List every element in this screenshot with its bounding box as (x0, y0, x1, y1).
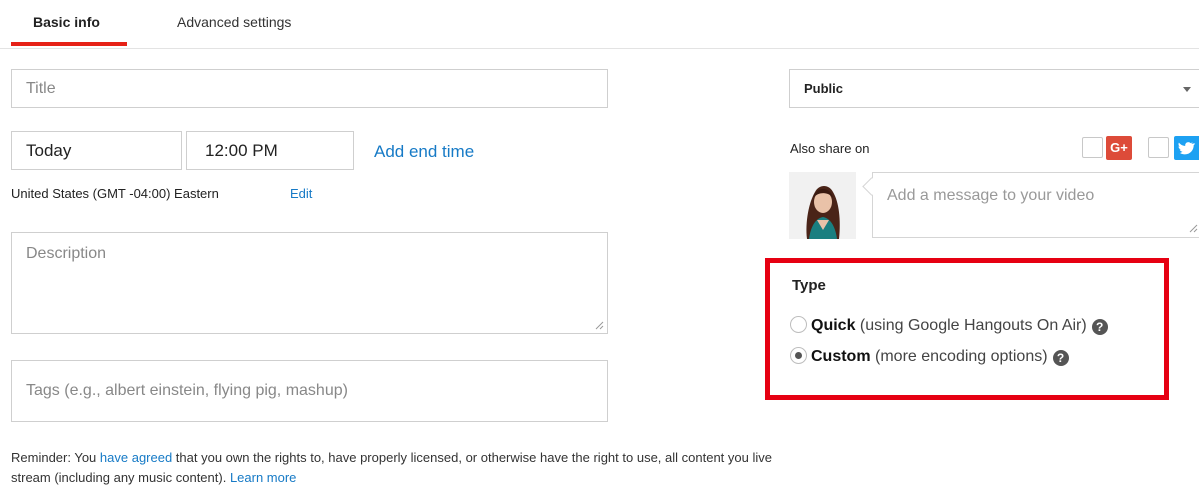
tab-bar: Basic info Advanced settings (0, 0, 1199, 49)
tags-placeholder: Tags (e.g., albert einstein, flying pig,… (26, 382, 348, 399)
google-plus-checkbox[interactable] (1082, 137, 1103, 158)
type-heading: Type (792, 277, 826, 294)
time-value: 12:00 PM (205, 141, 278, 160)
description-textarea[interactable]: Description (11, 232, 608, 334)
help-icon[interactable]: ? (1052, 350, 1069, 366)
type-option-custom[interactable]: Custom (more encoding options)? (790, 347, 1069, 366)
date-input[interactable]: Today (11, 131, 182, 170)
description-placeholder: Description (26, 245, 107, 262)
type-option-quick[interactable]: Quick (using Google Hangouts On Air)? (790, 316, 1108, 335)
custom-label: Custom (811, 348, 871, 365)
have-agreed-link[interactable]: have agreed (100, 450, 172, 465)
time-input[interactable]: 12:00 PM (186, 131, 354, 170)
active-tab-indicator (11, 42, 127, 46)
tab-advanced-settings[interactable]: Advanced settings (177, 14, 291, 30)
reminder-prefix: Reminder: You (11, 450, 100, 465)
twitter-icon (1174, 136, 1199, 160)
privacy-select[interactable]: Public (789, 69, 1199, 108)
quick-description: (using Google Hangouts On Air) (859, 317, 1087, 334)
add-end-time-link[interactable]: Add end time (374, 142, 474, 162)
quick-radio[interactable] (790, 316, 807, 333)
google-plus-icon: G+ (1106, 136, 1132, 160)
twitter-checkbox[interactable] (1148, 137, 1169, 158)
timezone-text: United States (GMT -04:00) Eastern (11, 186, 219, 201)
timezone-edit-link[interactable]: Edit (290, 186, 312, 201)
date-value: Today (26, 141, 72, 160)
share-label: Also share on (790, 141, 870, 156)
share-message-placeholder: Add a message to your video (887, 187, 1095, 204)
avatar (789, 172, 856, 239)
help-icon[interactable]: ? (1091, 319, 1108, 335)
quick-label: Quick (811, 317, 856, 334)
rights-reminder: Reminder: You have agreed that you own t… (11, 448, 791, 488)
tab-basic-info[interactable]: Basic info (33, 14, 100, 30)
resize-grip-icon[interactable] (1189, 224, 1198, 233)
learn-more-link[interactable]: Learn more (230, 470, 296, 485)
custom-radio[interactable] (790, 347, 807, 364)
title-placeholder: Title (26, 80, 56, 97)
custom-description: (more encoding options) (875, 348, 1048, 365)
share-message-input[interactable]: Add a message to your video (872, 172, 1199, 238)
title-input[interactable]: Title (11, 69, 608, 108)
resize-grip-icon[interactable] (595, 321, 604, 330)
dropdown-caret-icon (1183, 87, 1191, 92)
privacy-value: Public (804, 81, 844, 96)
stream-type-section: Type Quick (using Google Hangouts On Air… (765, 258, 1169, 400)
tags-input[interactable]: Tags (e.g., albert einstein, flying pig,… (11, 360, 608, 422)
